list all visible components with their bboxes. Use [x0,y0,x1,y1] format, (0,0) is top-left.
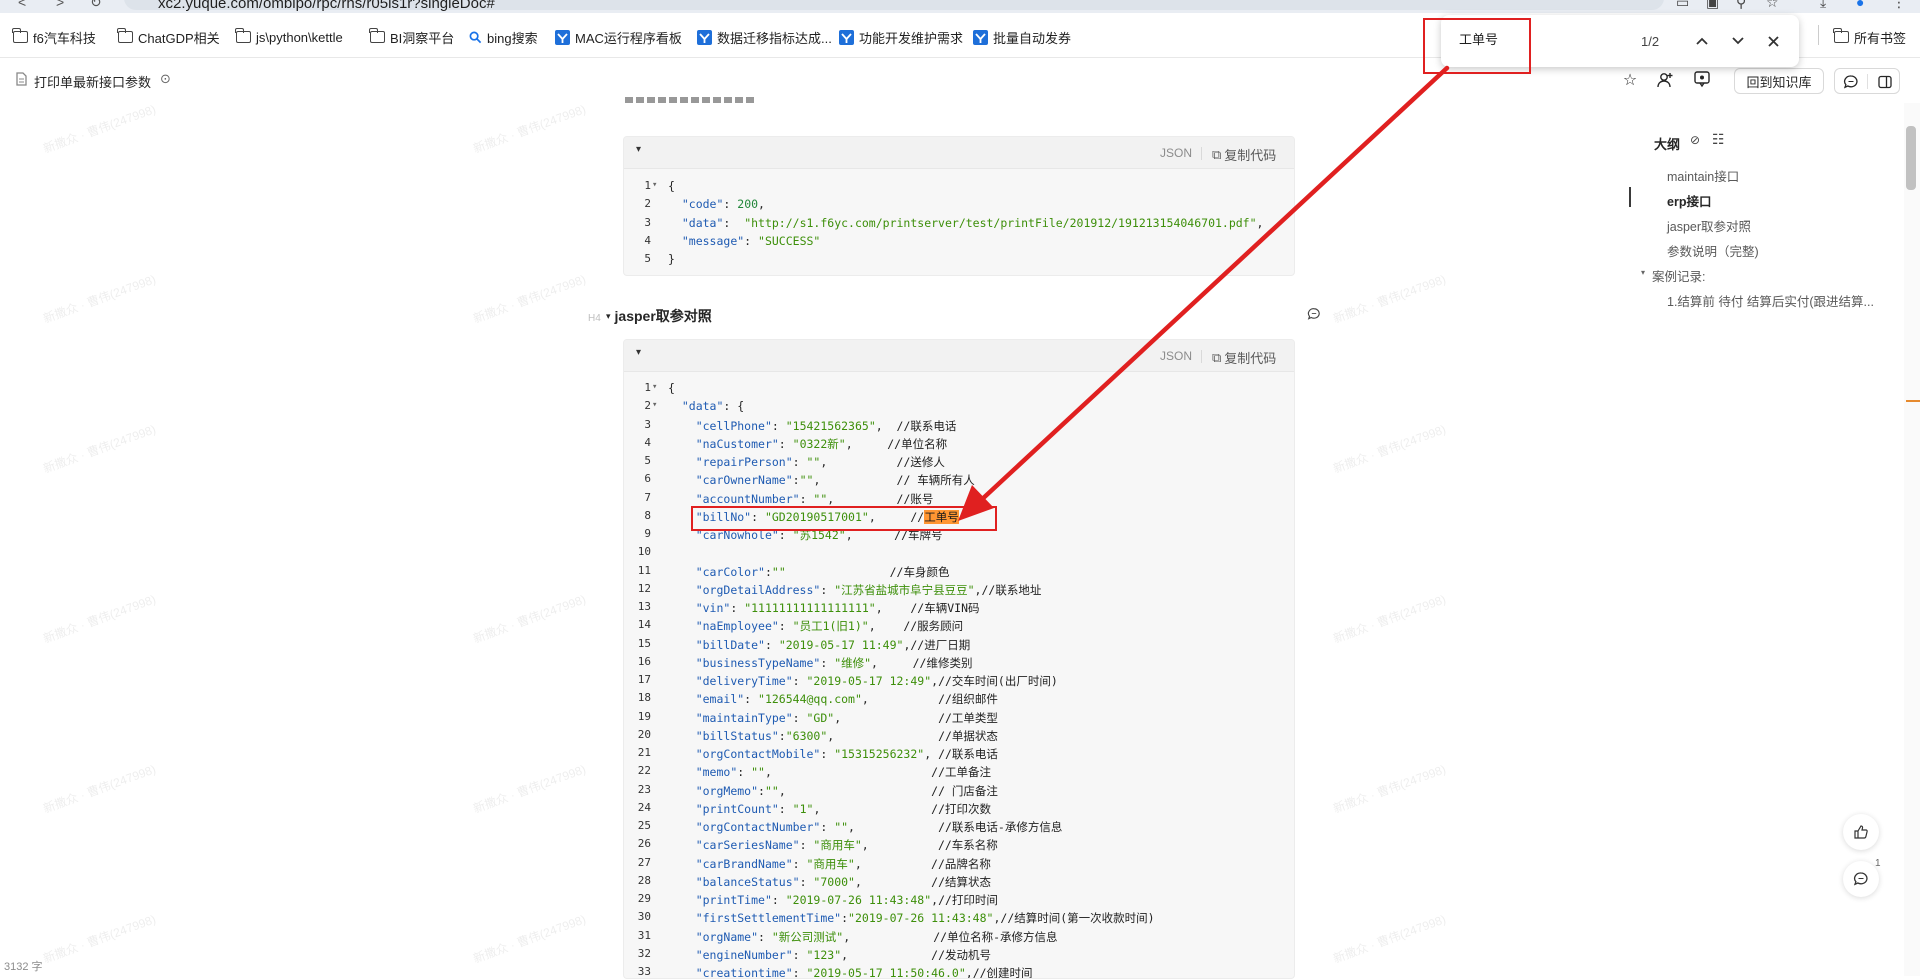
annotation-arrow [958,65,1450,521]
